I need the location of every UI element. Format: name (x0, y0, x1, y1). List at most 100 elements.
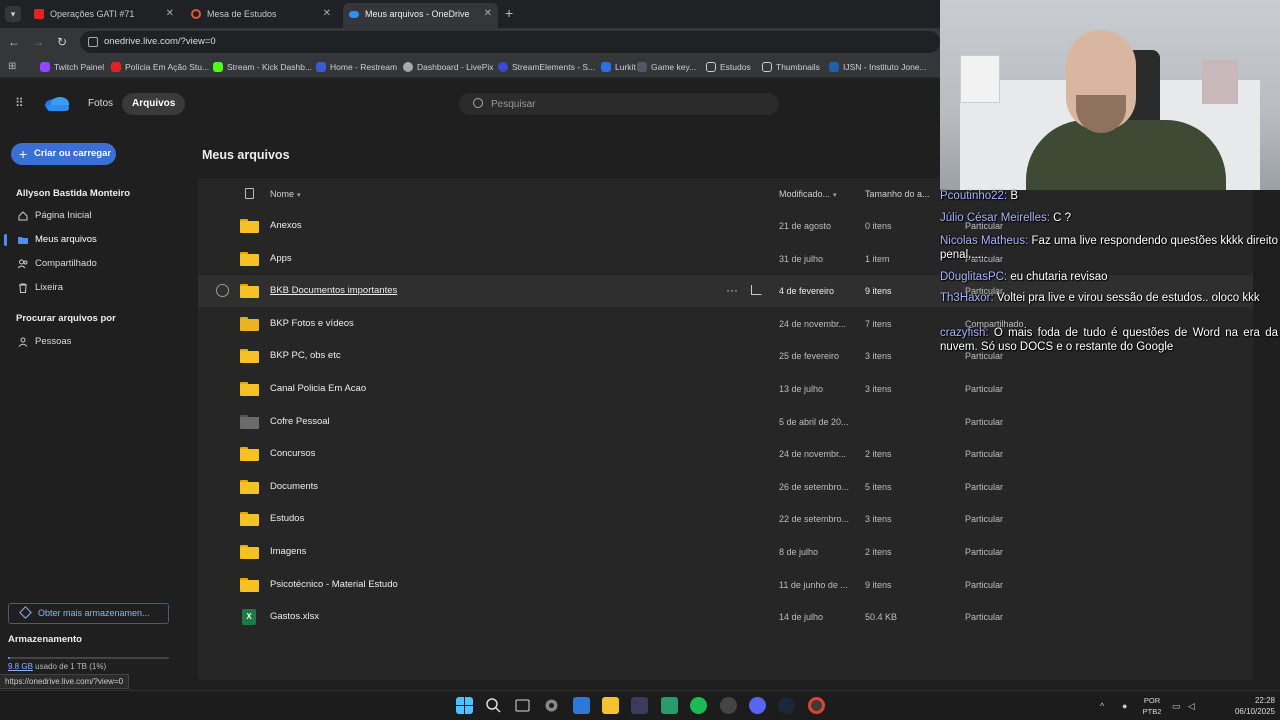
bookmark-item[interactable]: Twitch Painel (40, 56, 104, 78)
search-box[interactable] (459, 93, 779, 115)
column-header-name[interactable]: Nome ▾ (270, 178, 301, 212)
file-name[interactable]: Documents (270, 471, 318, 503)
bookmark-label: Dashboard - LivePix (417, 62, 494, 72)
bookmark-item[interactable]: Polícia Em Ação Stu... (111, 56, 209, 78)
windows-start-icon[interactable] (456, 697, 473, 714)
row-select-radio[interactable] (216, 284, 229, 298)
chat-text: O mais foda de tudo é questões de Word n… (940, 327, 1278, 353)
bookmark-item[interactable]: IJSN - Instituto Jone... (829, 56, 927, 78)
tab-mesa-de-estudos[interactable]: Mesa de Estudos ✕ (185, 3, 337, 25)
lurkit-icon (601, 62, 611, 72)
file-row[interactable]: Imagens 8 de julho 2 itens Particular (198, 536, 1253, 568)
folder-icon (240, 512, 259, 527)
onedrive-icon (349, 11, 359, 18)
folder-body (240, 416, 259, 429)
tab-search-menu[interactable]: ▾ (5, 6, 21, 22)
share-icon[interactable] (751, 285, 762, 296)
file-row[interactable]: Documents 26 de setembro... 5 itens Particu… (198, 471, 1253, 503)
bookmark-item[interactable]: Home - Restream (316, 56, 397, 78)
file-name[interactable]: Gastos.xlsx (270, 601, 319, 633)
file-name[interactable]: Psicotécnico - Material Estudo (270, 569, 398, 601)
nav-item-recycle-bin[interactable]: Lixeira (0, 278, 190, 298)
file-name[interactable]: Anexos (270, 210, 302, 242)
file-row[interactable]: Canal Policia Em Acao 13 de julho 3 itens P… (198, 373, 1253, 405)
app-launcher-icon[interactable]: ⠿ (15, 96, 29, 110)
file-name[interactable]: Concursos (270, 438, 315, 470)
clock-time: 22:28 (1254, 696, 1275, 705)
file-row[interactable]: Concursos 24 de novembr... 2 itens Particul… (198, 438, 1253, 470)
app-icon[interactable] (661, 697, 678, 714)
file-size: 3 itens (865, 384, 892, 394)
onedrive-logo-icon[interactable] (44, 95, 70, 112)
search-input[interactable] (491, 95, 761, 113)
clock[interactable]: 22:28 06/10/2025 (1195, 695, 1275, 717)
column-header-size[interactable]: Tamanho do a... (865, 178, 930, 210)
file-type-icon[interactable] (245, 188, 254, 199)
bookmark-item[interactable]: Lurkit (601, 56, 636, 78)
youtube-icon (34, 9, 44, 19)
file-row[interactable]: X Gastos.xlsx 14 de julho 50.4 KB Particular (198, 601, 1253, 633)
create-or-upload-button[interactable]: + Criar ou carregar (11, 143, 116, 165)
file-row[interactable]: Cofre Pessoal 5 de abril de 20... Particul… (198, 406, 1253, 438)
bookmark-item[interactable]: Game key... (637, 56, 696, 78)
file-name[interactable]: BKP PC, obs etc (270, 340, 341, 372)
bookmark-folder[interactable]: Thumbnails (762, 56, 820, 78)
photos-app-icon[interactable] (573, 697, 590, 714)
file-name[interactable]: Estudos (270, 503, 304, 535)
close-icon[interactable]: ✕ (484, 3, 492, 25)
url-bar[interactable]: onedrive.live.com/?view=0 (80, 31, 940, 53)
app-icon[interactable] (631, 697, 648, 714)
app-icon[interactable] (720, 697, 737, 714)
network-icon[interactable]: ▭ (1172, 691, 1181, 720)
nav-item-people[interactable]: Pessoas (0, 332, 190, 352)
settings-gear-icon[interactable] (543, 697, 560, 714)
more-options-icon[interactable]: ··· (726, 275, 738, 305)
tab-photos[interactable]: Fotos (78, 93, 123, 115)
volume-icon[interactable]: ◁ (1188, 691, 1195, 720)
bookmark-item[interactable]: Dashboard - LivePix (403, 56, 494, 78)
tab-operacoes[interactable]: Operações GATI #71 ✕ (28, 3, 180, 25)
microphone-icon[interactable]: ● (1122, 691, 1127, 720)
file-name[interactable]: Cofre Pessoal (270, 406, 330, 438)
tab-onedrive[interactable]: Meus arquivos - OneDrive ✕ (343, 3, 498, 28)
apps-grid-icon[interactable]: ⊞ (8, 61, 19, 72)
streamelements-icon (498, 62, 508, 72)
file-name[interactable]: Imagens (270, 536, 306, 568)
tray-overflow-icon[interactable]: ^ (1100, 691, 1104, 720)
back-icon[interactable]: ← (6, 34, 22, 50)
folder-body (240, 253, 259, 266)
new-tab-button[interactable]: + (505, 4, 519, 22)
search-icon[interactable] (485, 697, 502, 714)
file-name[interactable]: BKB Documentos importantes (270, 275, 397, 307)
file-name[interactable]: BKP Fotos e vídeos (270, 308, 354, 340)
file-row[interactable]: Psicotécnico - Material Estudo 11 de junh… (198, 569, 1253, 601)
storage-used-link[interactable]: 9.8 GB (8, 662, 33, 671)
site-info-icon[interactable] (88, 37, 98, 47)
file-row[interactable]: Estudos 22 de setembro... 3 itens Particula… (198, 503, 1253, 535)
nav-item-home[interactable]: Página Inicial (0, 206, 190, 226)
file-name[interactable]: Canal Policia Em Acao (270, 373, 366, 405)
file-name[interactable]: Apps (270, 243, 292, 275)
nav-item-my-files[interactable]: Meus arquivos (0, 230, 190, 250)
get-more-storage-button[interactable]: Obter mais armazenamen... (8, 603, 169, 624)
language-indicator[interactable]: POR PTB2 (1140, 695, 1164, 717)
file-size: 2 itens (865, 547, 892, 557)
folder-icon (240, 447, 259, 462)
file-sharing: Particular (965, 612, 1004, 623)
column-header-modified[interactable]: Modificado... ▾ (779, 178, 837, 212)
close-icon[interactable]: ✕ (166, 3, 174, 25)
nav-item-shared[interactable]: Compartilhado (0, 254, 190, 274)
file-explorer-icon[interactable] (602, 697, 619, 714)
discord-icon[interactable] (749, 697, 766, 714)
reload-icon[interactable]: ↻ (54, 34, 70, 50)
steam-icon[interactable] (778, 697, 795, 714)
chrome-icon[interactable] (808, 697, 825, 714)
forward-icon[interactable]: → (30, 34, 46, 50)
tab-files[interactable]: Arquivos (122, 93, 186, 115)
bookmark-folder[interactable]: Estudos (706, 56, 751, 78)
bookmark-item[interactable]: Stream - Kick Dashb... (213, 56, 312, 78)
spotify-icon[interactable] (690, 697, 707, 714)
close-icon[interactable]: ✕ (323, 3, 331, 25)
task-view-icon[interactable] (514, 697, 531, 714)
bookmark-item[interactable]: StreamElements - S... (498, 56, 595, 78)
